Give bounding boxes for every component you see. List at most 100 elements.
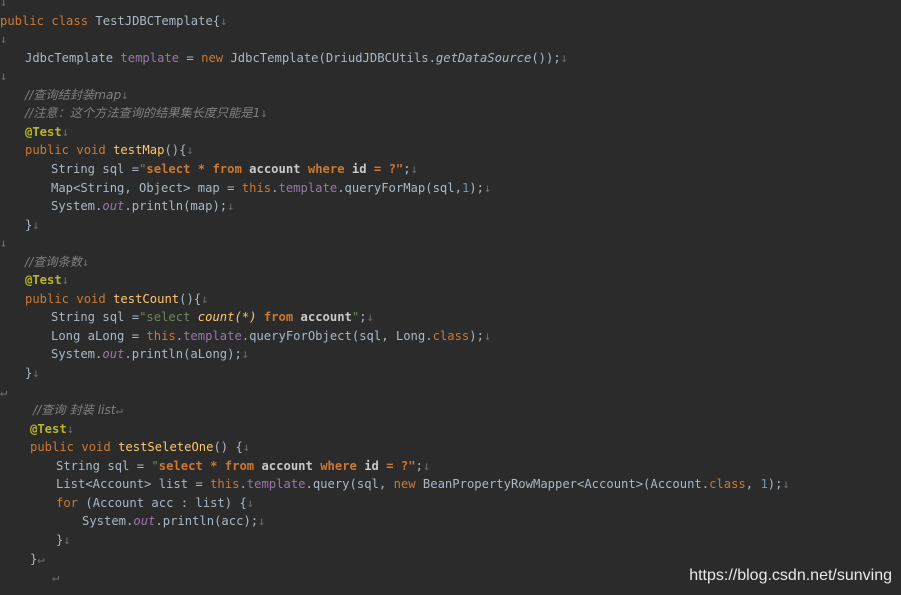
code-token: @Test (25, 273, 62, 288)
code-token: void (81, 440, 111, 455)
code-token: template (246, 477, 306, 492)
code-token: this (241, 180, 272, 195)
code-line: ↵ (0, 383, 7, 401)
code-line: ↓ (0, 30, 7, 48)
code-line: String sql ="select * from account where… (51, 160, 418, 178)
code-line: public void testMap(){↓ (25, 141, 194, 159)
code-line: ↓ (0, 0, 7, 11)
line-break-mark: ↓ (61, 124, 70, 139)
code-token: void (76, 143, 106, 158)
code-token: out (133, 514, 156, 529)
code-token: where (320, 458, 357, 473)
code-line: }↓ (56, 531, 71, 549)
code-line: public void testSeleteOne() {↓ (30, 438, 250, 456)
line-break-mark: ↓ (0, 69, 8, 84)
code-line: //查询 封装 list↵ (33, 401, 123, 419)
code-token: public (30, 440, 75, 455)
code-token: System. (51, 199, 103, 214)
code-token: account (249, 161, 301, 176)
code-token: () { (213, 440, 243, 455)
code-token: Long aLong = (51, 328, 147, 343)
code-token: .query(sql, (305, 477, 394, 492)
code-line: ↓ (0, 67, 7, 85)
code-token: ); (767, 477, 783, 492)
code-token: String sql = (56, 458, 152, 473)
line-break-mark: ↓ (366, 310, 374, 325)
code-token: template (120, 50, 180, 65)
line-break-mark: ↓ (241, 347, 250, 362)
code-token: from (263, 310, 294, 325)
line-break-mark: ↓ (186, 143, 194, 158)
code-token: //查询 封装 list (33, 403, 116, 418)
line-break-mark: ↓ (81, 254, 90, 269)
code-line: System.out.println(map);↓ (51, 197, 234, 215)
line-break-mark: ↓ (61, 273, 70, 288)
code-token: ); (469, 328, 484, 343)
code-editor[interactable]: ↓ public class TestJDBCTemplate{↓ ↓ JdbcTem… (0, 0, 901, 595)
line-break-mark: ↓ (560, 50, 569, 65)
code-token: select * from (158, 458, 255, 473)
code-token: String sql = (51, 310, 140, 325)
code-token: ()); (531, 50, 561, 65)
code-token: class (51, 13, 89, 28)
code-token: class (432, 328, 470, 343)
code-token: Map<String, Object> map = (51, 180, 242, 195)
code-token: "select (139, 310, 198, 325)
code-token: account (300, 310, 352, 325)
code-token: BeanPropertyRowMapper<Account>(Account. (415, 477, 710, 492)
code-token: void (76, 291, 106, 306)
code-line: public void testCount(){↓ (25, 290, 208, 308)
code-line: //查询结封装map↓ (25, 86, 129, 104)
line-break-mark: ↓ (782, 477, 790, 492)
code-token: .println(map); (124, 199, 228, 214)
line-break-mark: ↓ (260, 106, 268, 121)
code-token: .println(acc); (155, 514, 259, 529)
line-break-mark: ↓ (0, 0, 8, 9)
code-token: System. (82, 514, 134, 529)
line-break-mark: ↓ (220, 13, 228, 28)
code-line: @Test↓ (25, 271, 69, 289)
code-token: testSeleteOne (118, 440, 214, 455)
code-token: template (183, 328, 242, 343)
line-break-mark: ↓ (0, 236, 8, 251)
line-break-mark: ↵ (115, 403, 123, 418)
code-token: TestJDBCTemplate{ (88, 13, 221, 28)
code-token: @Test (25, 124, 62, 139)
code-token: . (175, 328, 184, 343)
code-line: JdbcTemplate template = new JdbcTemplate… (25, 49, 568, 67)
code-token: template (278, 180, 338, 195)
code-token: List<Account> list = (56, 477, 211, 492)
watermark-text: https://blog.csdn.net/sunving (689, 567, 892, 584)
code-token: ; (359, 310, 367, 325)
code-token: account (261, 458, 313, 473)
line-break-mark: ↵ (52, 570, 60, 585)
code-line: //查询条数↓ (25, 253, 89, 271)
code-line: @Test↓ (30, 420, 74, 438)
code-token: id (351, 161, 367, 176)
line-break-mark: ↓ (32, 366, 40, 380)
code-token: where (307, 161, 345, 176)
code-token: = (179, 50, 202, 65)
line-break-mark: ↓ (66, 421, 75, 436)
code-token: testCount (113, 291, 180, 306)
code-line: }↓ (25, 216, 40, 234)
code-token: new (393, 477, 416, 492)
code-token: this (210, 477, 240, 492)
code-token: out (102, 347, 125, 362)
line-break-mark: ↵ (37, 551, 45, 566)
line-break-mark: ↓ (410, 161, 418, 176)
code-token: (Account acc : list) { (78, 495, 247, 510)
code-token: //查询条数 (25, 254, 82, 269)
code-line: String sql = "select * from account wher… (56, 457, 430, 475)
line-break-mark: ↓ (0, 32, 8, 47)
code-token: ); (469, 180, 484, 195)
code-line: ↓ (0, 234, 7, 252)
code-line: List<Account> list = this.template.query… (56, 475, 790, 493)
code-token: JdbcTemplate (25, 50, 121, 65)
line-break-mark: ↓ (121, 87, 129, 102)
line-break-mark: ↓ (63, 532, 71, 547)
code-token: public (25, 291, 70, 306)
code-token: public (25, 143, 70, 158)
